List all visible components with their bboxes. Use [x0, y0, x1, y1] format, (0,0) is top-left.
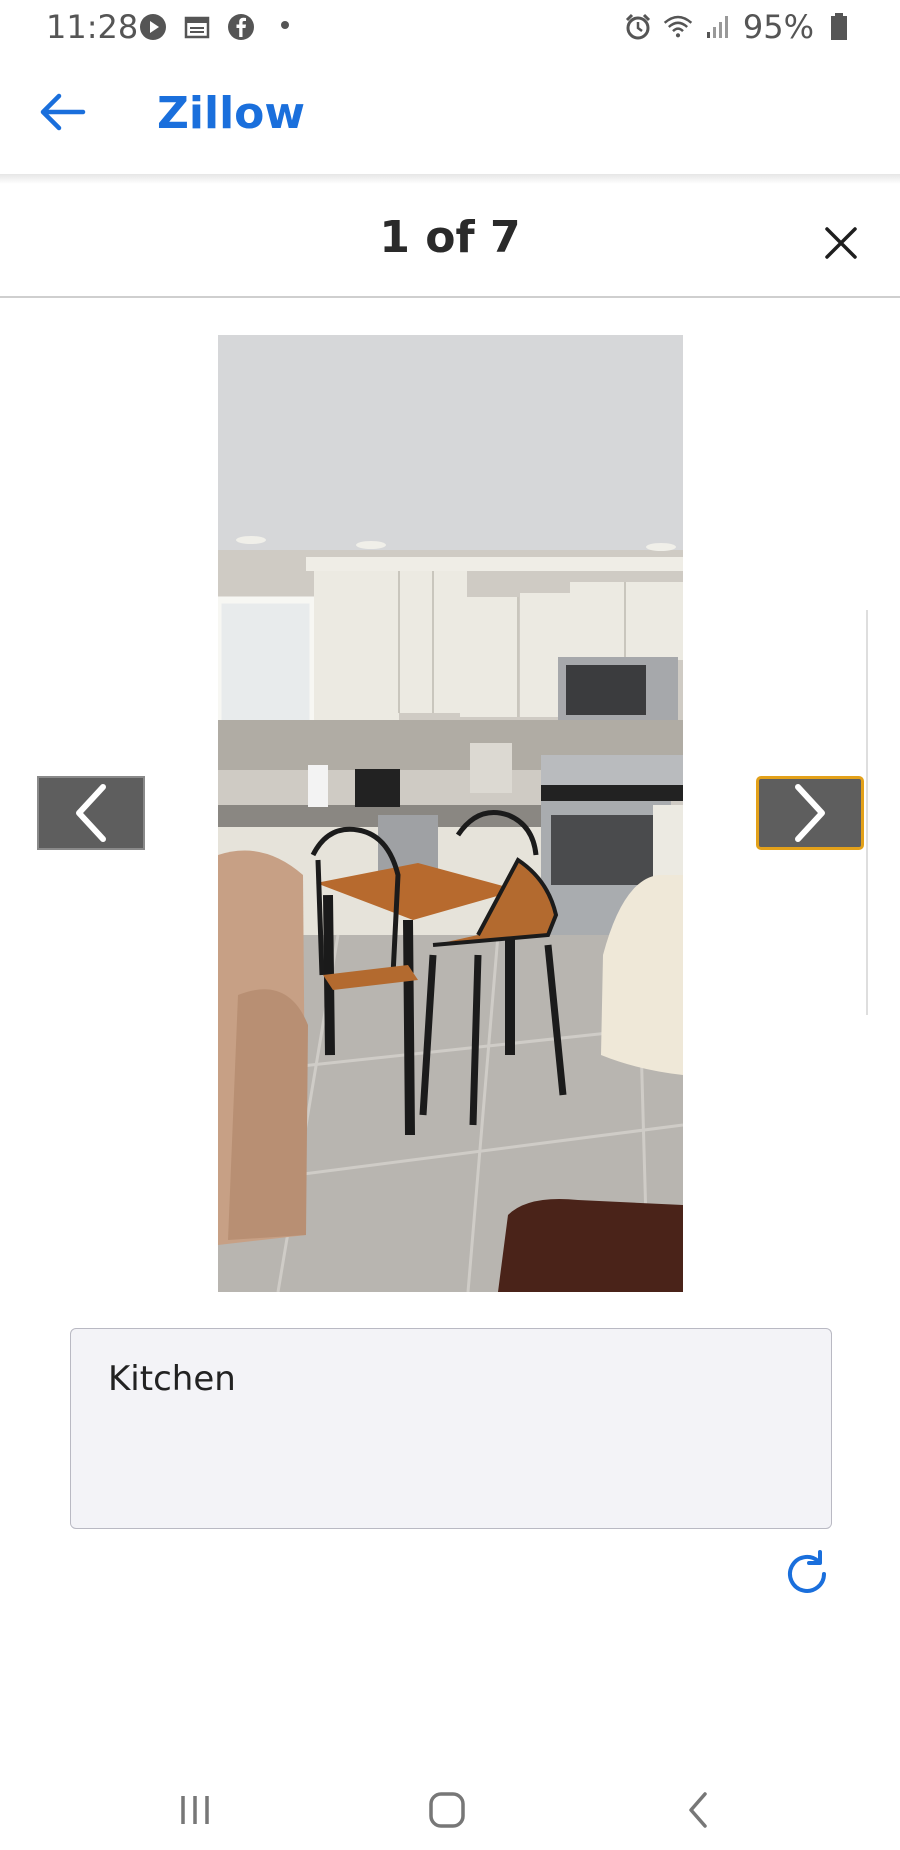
battery-icon: [824, 12, 854, 42]
signal-icon: [703, 12, 733, 42]
recents-icon: [181, 1796, 209, 1824]
photo-caption: Kitchen: [108, 1359, 236, 1399]
photo-caption-box: Kitchen: [70, 1328, 832, 1529]
close-icon: [825, 227, 857, 259]
refresh-button[interactable]: [778, 1545, 836, 1603]
scrollbar[interactable]: [866, 610, 868, 1015]
status-time: 11:28: [46, 8, 139, 46]
previous-photo-button[interactable]: [37, 776, 145, 850]
battery-percent: 95%: [742, 8, 814, 46]
refresh-icon: [788, 1550, 826, 1593]
status-notification-icons: [138, 12, 300, 42]
gallery-header: 1 of 7: [0, 184, 900, 298]
system-back-icon: [689, 1792, 707, 1828]
arrow-left-icon: [40, 93, 86, 131]
dot-icon: [270, 12, 300, 42]
chevron-left-icon: [76, 784, 106, 842]
alarm-icon: [623, 12, 653, 42]
system-navigation-bar: [0, 1760, 900, 1850]
home-button[interactable]: [417, 1780, 477, 1840]
chevron-right-icon: [795, 784, 825, 842]
facebook-icon: [226, 12, 256, 42]
home-icon: [429, 1792, 465, 1828]
photo-counter: 1 of 7: [379, 212, 521, 263]
kitchen-photo-illustration: [218, 335, 683, 1292]
wifi-icon: [663, 12, 693, 42]
app-bar-divider: [0, 174, 900, 184]
close-button[interactable]: [814, 216, 868, 270]
status-system-icons: 95%: [623, 8, 854, 46]
back-button[interactable]: [34, 84, 90, 140]
recents-button[interactable]: [165, 1780, 225, 1840]
app-bar: Zillow: [0, 56, 900, 174]
app-title: Zillow: [157, 88, 306, 139]
listing-photo[interactable]: [218, 335, 683, 1292]
status-bar: 11:28 95%: [0, 0, 900, 56]
next-photo-button[interactable]: [756, 776, 864, 850]
calendar-icon: [182, 12, 212, 42]
play-icon: [138, 12, 168, 42]
system-back-button[interactable]: [668, 1780, 728, 1840]
